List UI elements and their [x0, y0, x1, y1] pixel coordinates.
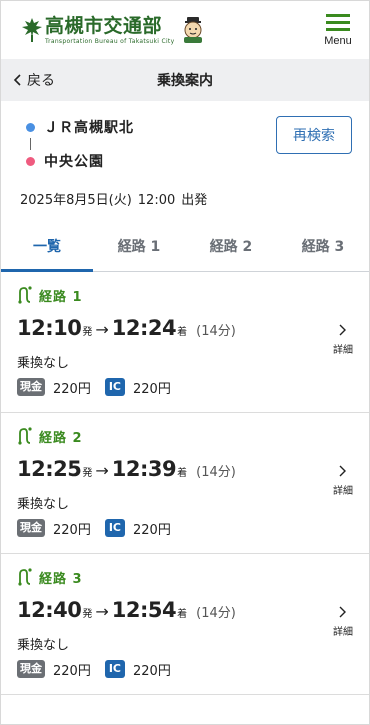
back-label: 戻る	[27, 73, 55, 89]
ic-badge: IC	[104, 519, 125, 537]
route-card[interactable]: 経路 1 12:10 発 → 12:24 着 (14分) 乗換なし 現金 220…	[1, 272, 369, 413]
cash-badge: 現金	[17, 378, 45, 396]
route-card[interactable]: 経路 2 12:25 発 → 12:39 着 (14分) 乗換なし 現金 220…	[1, 413, 369, 554]
city-emblem-icon	[22, 18, 42, 42]
route-summary: ＪＲ高槻駅北 中央公園 2025年8月5日(火) 12:00 出発 再検索	[1, 101, 369, 226]
fare-row: 現金 220円 IC 220円	[17, 519, 369, 538]
logo-subtitle: Transportation Bureau of Takatsuki City	[45, 37, 175, 45]
arrive-time: 12:54	[111, 598, 177, 622]
route-name: 経路 1	[39, 289, 83, 305]
arrow-icon: →	[95, 602, 109, 621]
ic-badge: IC	[104, 660, 125, 678]
origin-dot-icon	[26, 122, 35, 132]
menu-button[interactable]: Menu	[321, 13, 355, 47]
tab-list[interactable]: 一覧	[1, 226, 93, 272]
search-date: 2025年8月5日(火)	[20, 193, 132, 208]
route-icon	[18, 286, 32, 304]
stop-connector	[30, 138, 31, 150]
search-datetime: 2025年8月5日(火) 12:00 出発	[20, 189, 351, 208]
transfer-info: 乗換なし	[17, 497, 70, 512]
brand-logo[interactable]: 高槻市交通部 Transportation Bureau of Takatsuk…	[21, 15, 208, 46]
arrive-time: 12:39	[111, 457, 177, 481]
route-tabs: 一覧 経路 1 経路 2 経路 3	[1, 226, 369, 272]
fare-row: 現金 220円 IC 220円	[17, 378, 369, 397]
site-header: 高槻市交通部 Transportation Bureau of Takatsuk…	[1, 1, 369, 59]
logo-title: 高槻市交通部	[45, 14, 163, 37]
transfer-info: 乗換なし	[17, 638, 70, 653]
duration: (14分)	[196, 465, 236, 480]
cash-badge: 現金	[17, 519, 45, 537]
depart-time: 12:10	[17, 316, 82, 340]
duration: (14分)	[196, 324, 236, 339]
arrive-suffix: 着	[177, 609, 188, 620]
origin-name: ＪＲ高槻駅北	[44, 120, 134, 136]
chevron-right-icon	[339, 324, 346, 336]
duration: (14分)	[196, 606, 236, 621]
detail-link[interactable]: 詳細	[333, 606, 353, 638]
research-button[interactable]: 再検索	[276, 116, 352, 154]
destination-stop: 中央公園	[19, 151, 351, 171]
route-icon	[18, 568, 32, 586]
route-card[interactable]: 経路 3 12:40 発 → 12:54 着 (14分) 乗換なし 現金 220…	[1, 554, 369, 695]
destination-dot-icon	[26, 156, 35, 166]
depart-time: 12:40	[17, 598, 82, 622]
arrive-suffix: 着	[177, 327, 188, 338]
destination-name: 中央公園	[44, 154, 104, 170]
cash-badge: 現金	[17, 660, 45, 678]
ic-badge: IC	[104, 378, 125, 396]
detail-link[interactable]: 詳細	[333, 324, 353, 356]
transfer-info: 乗換なし	[17, 356, 70, 371]
route-icon	[18, 427, 32, 445]
depart-suffix: 発	[82, 327, 93, 338]
depart-time: 12:25	[17, 457, 82, 481]
route-name: 経路 3	[39, 571, 83, 587]
tab-route-1[interactable]: 経路 1	[93, 226, 185, 271]
tab-route-2[interactable]: 経路 2	[185, 226, 277, 271]
detail-label: 詳細	[333, 345, 353, 356]
mascot-icon	[184, 17, 203, 43]
route-name: 経路 2	[39, 430, 83, 446]
arrow-icon: →	[95, 461, 109, 480]
ic-fare: 220円	[133, 663, 171, 679]
fare-row: 現金 220円 IC 220円	[17, 660, 369, 679]
cash-fare: 220円	[53, 522, 91, 538]
arrive-time: 12:24	[111, 316, 177, 340]
search-mode: 出発	[181, 193, 208, 208]
menu-label: Menu	[324, 34, 352, 47]
page-title: 乗換案内	[157, 73, 213, 89]
detail-link[interactable]: 詳細	[333, 465, 353, 497]
ic-fare: 220円	[133, 381, 171, 397]
chevron-left-icon	[13, 74, 21, 86]
arrive-suffix: 着	[177, 468, 188, 479]
app-frame: 高槻市交通部 Transportation Bureau of Takatsuk…	[0, 0, 370, 725]
page-bar: 戻る 乗換案内	[1, 59, 369, 101]
depart-suffix: 発	[82, 468, 93, 479]
cash-fare: 220円	[53, 663, 91, 679]
detail-label: 詳細	[333, 486, 353, 497]
chevron-right-icon	[339, 465, 346, 477]
search-time: 12:00	[137, 193, 176, 208]
back-button[interactable]: 戻る	[13, 59, 55, 101]
hamburger-icon	[326, 13, 350, 31]
arrow-icon: →	[95, 320, 109, 339]
chevron-right-icon	[339, 606, 346, 618]
ic-fare: 220円	[133, 522, 171, 538]
depart-suffix: 発	[82, 609, 93, 620]
tab-route-3[interactable]: 経路 3	[277, 226, 369, 271]
detail-label: 詳細	[333, 627, 353, 638]
cash-fare: 220円	[53, 381, 91, 397]
